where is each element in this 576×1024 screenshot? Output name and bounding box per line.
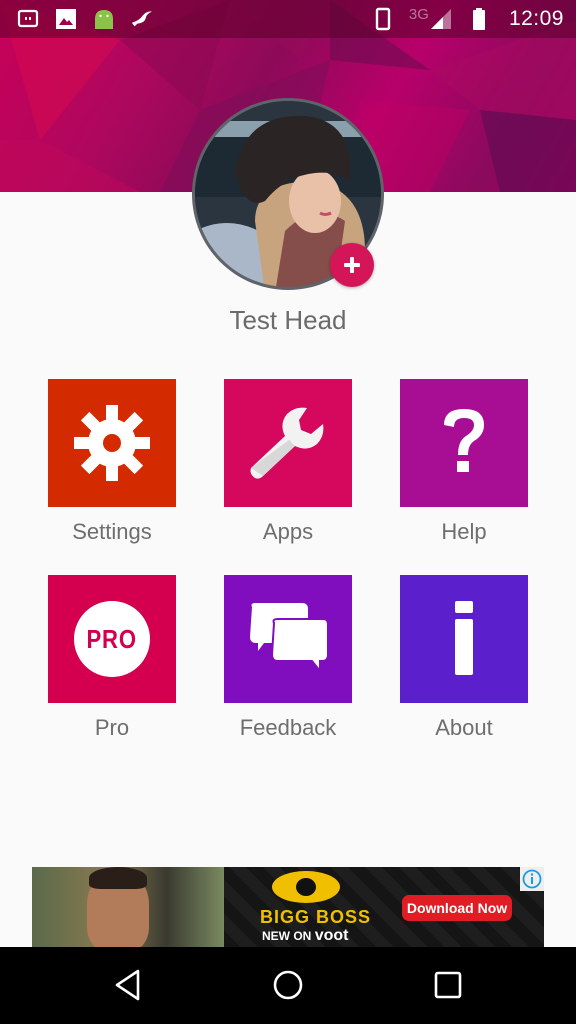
network-type: 3G (408, 5, 429, 23)
settings-tile[interactable] (48, 379, 176, 507)
ad-subtitle-brand: voot (314, 927, 349, 944)
menu-label: Apps (262, 519, 314, 544)
menu-item-help[interactable]: Help (400, 379, 528, 545)
menu-item-settings[interactable]: Settings (48, 379, 176, 545)
ad-download-button[interactable]: Download Now (402, 895, 512, 921)
app-screen: 3G 12:09 Test Head Settings Apps Help PR… (0, 0, 576, 1024)
image-icon (54, 7, 78, 31)
back-button[interactable] (104, 961, 152, 1009)
pro-badge-icon: PRO (74, 601, 150, 677)
menu-item-pro[interactable]: PRO Pro (48, 575, 176, 741)
pro-badge-text: PRO (86, 623, 138, 654)
bigg-boss-eye-pupil (293, 875, 319, 899)
apps-tile[interactable] (224, 379, 352, 507)
android-icon (92, 7, 116, 31)
menu-item-feedback[interactable]: Feedback (224, 575, 352, 741)
menu-label: Help (441, 519, 487, 544)
ad-content: BIGG BOSS NEW ON voot Download Now (224, 867, 544, 947)
screen-mirror-icon (16, 7, 40, 31)
recents-button[interactable] (424, 961, 472, 1009)
ad-banner[interactable]: BIGG BOSS NEW ON voot Download Now (32, 867, 544, 947)
question-icon (444, 409, 484, 472)
profile-name: Test Head (229, 305, 347, 335)
home-icon (273, 970, 303, 1000)
plus-icon (344, 257, 360, 273)
menu-label: Feedback (239, 715, 337, 740)
gear-icon (74, 405, 150, 481)
about-tile[interactable] (400, 575, 528, 703)
status-bar: 3G 12:09 (0, 0, 576, 38)
wrench-icon (250, 407, 324, 479)
menu-label: About (435, 715, 493, 740)
signal-icon (429, 7, 453, 31)
pro-tile[interactable]: PRO (48, 575, 176, 703)
home-button[interactable] (264, 961, 312, 1009)
menu-item-about[interactable]: About (400, 575, 528, 741)
menu-label: Settings (72, 519, 152, 544)
ad-subtitle: NEW ON voot (262, 927, 348, 945)
recents-icon (434, 971, 462, 999)
ad-title: BIGG BOSS (260, 907, 372, 927)
ad-person-hair (89, 867, 147, 889)
back-icon (115, 969, 140, 1001)
info-circle-icon (522, 869, 542, 889)
ad-photo (32, 867, 224, 947)
ad-info-button[interactable] (520, 867, 544, 891)
bird-app-icon (130, 7, 154, 31)
feedback-tile[interactable] (224, 575, 352, 703)
help-tile[interactable] (400, 379, 528, 507)
menu-item-apps[interactable]: Apps (224, 379, 352, 545)
navigation-bar (0, 947, 576, 1024)
add-photo-button[interactable] (330, 243, 374, 287)
clock: 12:09 (508, 7, 564, 30)
phone-icon (371, 7, 395, 31)
battery-icon (467, 7, 491, 31)
info-icon (455, 601, 473, 675)
menu-label: Pro (94, 715, 130, 740)
chat-bubbles-icon (250, 603, 329, 674)
ad-subtitle-prefix: NEW ON (262, 929, 312, 943)
